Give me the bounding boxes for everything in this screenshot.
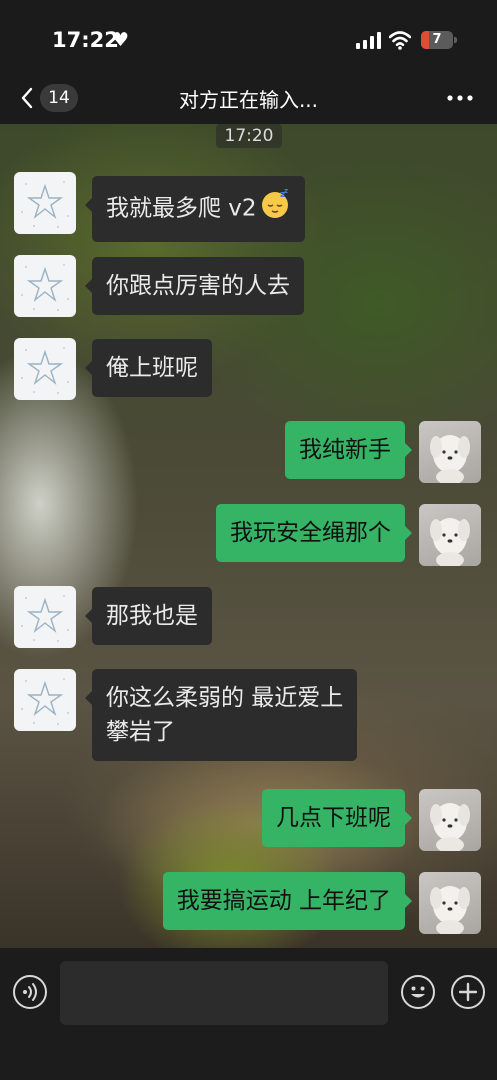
signal-icon [356,32,381,49]
battery-icon: 7 [421,31,453,49]
chevron-left-icon[interactable] [18,86,36,110]
voice-icon [23,983,37,1001]
chat-background: 17:20 我就最多爬 v2 z z 你跟点厉害的人去 俺上班呢 我纯新手 我玩… [0,124,497,948]
plus-button[interactable] [451,975,485,1009]
svg-text:z: z [284,188,288,195]
message-bubble-self[interactable]: 我玩安全绳那个 [216,504,412,562]
message-text: 我要搞运动 上年纪了 [176,888,391,914]
message-bubble[interactable]: 我就最多爬 v2 z z [85,176,305,242]
voice-button[interactable] [13,975,47,1009]
message-text-line1: 你这么柔弱的 最近爱上 [106,685,344,711]
smiley-icon [411,986,425,998]
my-avatar[interactable] [419,504,481,566]
emoji-button[interactable] [401,975,435,1009]
message-text: 俺上班呢 [106,355,198,381]
contact-avatar[interactable] [14,338,76,400]
star-doodle-icon [21,347,69,394]
contact-avatar[interactable] [14,172,76,234]
chat-timestamp: 17:20 [216,124,282,148]
plush-dog-icon [430,518,470,566]
message-bubble[interactable]: 你跟点厉害的人去 [85,257,304,315]
message-bubble-self[interactable]: 我要搞运动 上年纪了 [162,872,413,930]
plush-dog-icon [430,886,470,934]
wifi-icon [389,31,411,50]
contact-avatar[interactable] [14,586,76,648]
plush-dog-icon [430,435,470,483]
message-bubble[interactable]: 那我也是 [85,587,212,645]
status-bar: 17:22 ♥ 7 [0,0,497,72]
star-doodle-icon [21,678,69,725]
plush-dog-icon [430,803,470,851]
status-time: 17:22 [52,28,119,52]
unread-count-badge[interactable]: 14 [40,84,78,112]
message-bubble[interactable]: 你这么柔弱的 最近爱上 攀岩了 [84,669,358,761]
star-doodle-icon [21,595,69,642]
message-text: 我纯新手 [299,437,391,463]
message-text: 我就最多爬 v2 [106,195,257,222]
message-bubble-self[interactable]: 几点下班呢 [262,789,412,847]
nav-bar: 14 对方正在输入... [0,72,497,124]
star-doodle-icon [21,181,69,228]
plus-icon [458,982,478,1002]
star-doodle-icon [21,264,69,311]
my-avatar[interactable] [419,421,481,483]
sleeping-face-icon: zz [259,187,291,230]
page-title: 对方正在输入... [178,88,319,112]
more-dots-icon[interactable] [446,88,474,108]
message-bubble-self[interactable]: 我纯新手 [285,421,412,479]
message-bubble[interactable]: 俺上班呢 [85,339,212,397]
message-text: 几点下班呢 [276,805,391,831]
message-text: 我玩安全绳那个 [230,520,391,546]
contact-avatar[interactable] [14,669,76,731]
heart-icon: ♥ [112,29,130,51]
contact-avatar[interactable] [14,255,76,317]
battery-tip [454,37,457,43]
message-text-line2: 攀岩了 [106,719,175,745]
battery-level: 7 [432,32,442,47]
message-text: 你跟点厉害的人去 [106,273,290,299]
message-input[interactable] [60,961,388,1025]
my-avatar[interactable] [419,872,481,934]
message-text: 那我也是 [106,603,198,629]
my-avatar[interactable] [419,789,481,851]
